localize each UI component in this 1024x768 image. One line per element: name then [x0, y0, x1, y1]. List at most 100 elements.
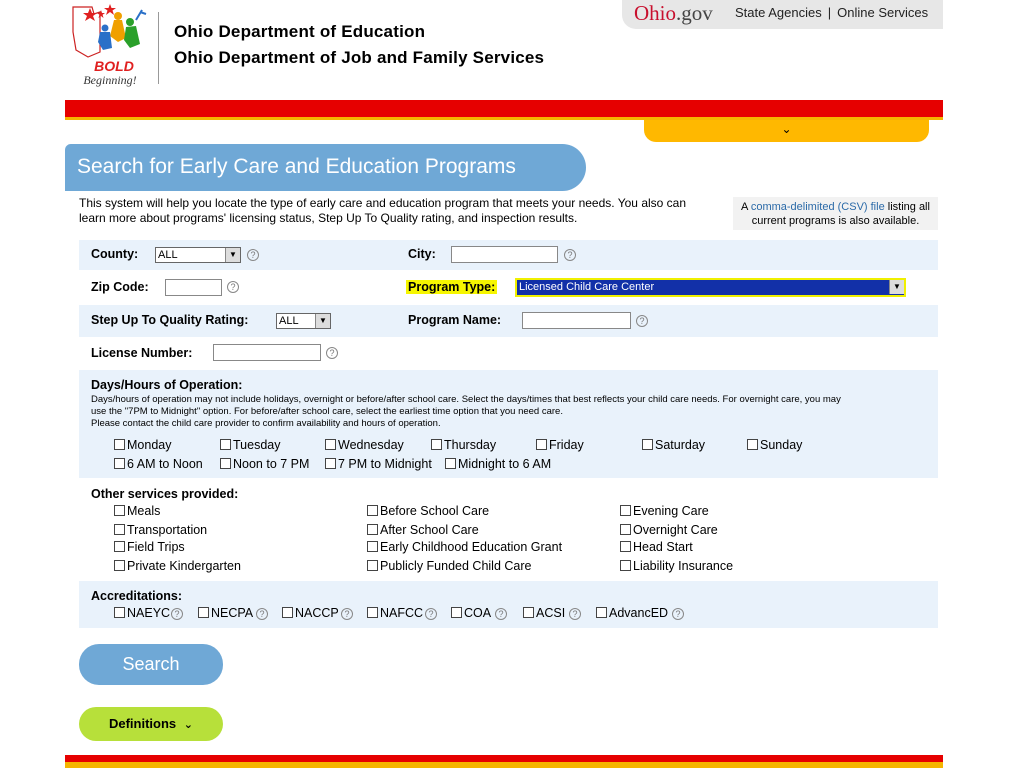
checkbox-after-school-care[interactable]: After School Care — [367, 523, 479, 537]
program-type-select-value: Licensed Child Care Center — [519, 281, 655, 293]
zip-code-input[interactable] — [165, 279, 222, 296]
checkbox-box[interactable] — [114, 541, 125, 552]
checkbox-label: Sunday — [760, 438, 803, 452]
checkbox-evening-care[interactable]: Evening Care — [620, 504, 709, 518]
checkbox-saturday[interactable]: Saturday — [642, 438, 705, 452]
necpa-help-icon[interactable]: ? — [256, 608, 268, 620]
checkbox-7pm-midnight[interactable]: 7 PM to Midnight — [325, 457, 432, 471]
checkbox-thursday[interactable]: Thursday — [431, 438, 496, 452]
acsi-help-icon[interactable]: ? — [569, 608, 581, 620]
checkbox-midnight-6am[interactable]: Midnight to 6 AM — [445, 457, 551, 471]
city-help-icon[interactable]: ? — [564, 249, 576, 261]
checkbox-head-start[interactable]: Head Start — [620, 540, 693, 554]
checkbox-box[interactable] — [367, 560, 378, 571]
checkbox-box[interactable] — [367, 524, 378, 535]
state-agencies-link[interactable]: State Agencies — [735, 5, 822, 20]
license-number-label: License Number: — [91, 346, 193, 360]
checkbox-box[interactable] — [282, 607, 293, 618]
program-name-input[interactable] — [522, 312, 631, 329]
checkbox-box[interactable] — [114, 458, 125, 469]
checkbox-nafcc[interactable]: NAFCC — [367, 606, 423, 620]
bold-beginning-logo[interactable]: BOLD Beginning! — [70, 2, 152, 90]
nafcc-help-icon[interactable]: ? — [425, 608, 437, 620]
checkbox-label: Publicly Funded Child Care — [380, 559, 532, 573]
naccp-help-icon[interactable]: ? — [341, 608, 353, 620]
checkbox-tuesday[interactable]: Tuesday — [220, 438, 280, 452]
checkbox-publicly-funded[interactable]: Publicly Funded Child Care — [367, 559, 531, 573]
checkbox-box[interactable] — [114, 524, 125, 535]
checkbox-naeyc[interactable]: NAEYC — [114, 606, 170, 620]
search-button[interactable]: Search — [79, 644, 223, 685]
checkbox-coa[interactable]: COA — [451, 606, 491, 620]
chevron-down-icon: ⌄ — [781, 122, 792, 136]
checkbox-label: NAEYC — [127, 606, 171, 620]
checkbox-field-trips[interactable]: Field Trips — [114, 540, 185, 554]
checkbox-overnight-care[interactable]: Overnight Care — [620, 523, 718, 537]
checkbox-box[interactable] — [445, 458, 456, 469]
checkbox-wednesday[interactable]: Wednesday — [325, 438, 404, 452]
days-hours-note-3: Please contact the child care provider t… — [91, 418, 441, 429]
checkbox-box[interactable] — [620, 505, 631, 516]
naeyc-help-icon[interactable]: ? — [171, 608, 183, 620]
checkbox-monday[interactable]: Monday — [114, 438, 171, 452]
checkbox-box[interactable] — [620, 524, 631, 535]
checkbox-box[interactable] — [747, 439, 758, 450]
menu-toggle-button[interactable]: ⌄ — [644, 120, 929, 142]
checkbox-box[interactable] — [536, 439, 547, 450]
checkbox-box[interactable] — [596, 607, 607, 618]
checkbox-necpa[interactable]: NECPA — [198, 606, 253, 620]
checkbox-friday[interactable]: Friday — [536, 438, 584, 452]
sutq-rating-select[interactable]: ALL ▼ — [276, 313, 331, 329]
city-input[interactable] — [451, 246, 558, 263]
csv-file-link[interactable]: comma-delimited (CSV) file — [751, 201, 885, 213]
checkbox-box[interactable] — [367, 541, 378, 552]
ohio-gov-logo[interactable]: Ohio.gov — [634, 1, 713, 26]
definitions-label: Definitions — [108, 716, 177, 731]
checkbox-6am-noon[interactable]: 6 AM to Noon — [114, 457, 203, 471]
checkbox-box[interactable] — [198, 607, 209, 618]
checkbox-box[interactable] — [367, 505, 378, 516]
county-select[interactable]: ALL ▼ — [155, 247, 241, 263]
checkbox-naccp[interactable]: NACCP — [282, 606, 339, 620]
checkbox-box[interactable] — [220, 439, 231, 450]
coa-help-icon[interactable]: ? — [495, 608, 507, 620]
checkbox-box[interactable] — [114, 607, 125, 618]
checkbox-box[interactable] — [325, 439, 336, 450]
checkbox-box[interactable] — [220, 458, 231, 469]
checkbox-transportation[interactable]: Transportation — [114, 523, 207, 537]
online-services-link[interactable]: Online Services — [837, 5, 928, 20]
checkbox-private-kindergarten[interactable]: Private Kindergarten — [114, 559, 241, 573]
checkbox-label: AdvancED — [609, 606, 669, 620]
license-number-input[interactable] — [213, 344, 321, 361]
checkbox-before-school-care[interactable]: Before School Care — [367, 504, 489, 518]
checkbox-box[interactable] — [114, 505, 125, 516]
zip-help-icon[interactable]: ? — [227, 281, 239, 293]
footer-red-bar — [65, 755, 943, 762]
checkbox-box[interactable] — [431, 439, 442, 450]
county-help-icon[interactable]: ? — [247, 249, 259, 261]
checkbox-box[interactable] — [325, 458, 336, 469]
checkbox-ece-grant[interactable]: Early Childhood Education Grant — [367, 540, 562, 554]
checkbox-box[interactable] — [451, 607, 462, 618]
checkbox-advanced[interactable]: AdvancED — [596, 606, 668, 620]
definitions-button[interactable]: Definitions ⌄ — [79, 707, 223, 741]
checkbox-liability-insurance[interactable]: Liability Insurance — [620, 559, 733, 573]
program-type-select[interactable]: Licensed Child Care Center ▼ — [515, 278, 906, 297]
logo-text-beginning: Beginning! — [83, 73, 136, 87]
checkbox-box[interactable] — [114, 560, 125, 571]
checkbox-box[interactable] — [367, 607, 378, 618]
advanced-help-icon[interactable]: ? — [672, 608, 684, 620]
checkbox-box[interactable] — [114, 439, 125, 450]
checkbox-box[interactable] — [523, 607, 534, 618]
program-name-help-icon[interactable]: ? — [636, 315, 648, 327]
checkbox-box[interactable] — [620, 541, 631, 552]
license-help-icon[interactable]: ? — [326, 347, 338, 359]
checkbox-meals[interactable]: Meals — [114, 504, 160, 518]
checkbox-noon-7pm[interactable]: Noon to 7 PM — [220, 457, 309, 471]
form-row-license: License Number: ? — [79, 338, 938, 368]
checkbox-box[interactable] — [642, 439, 653, 450]
checkbox-acsi[interactable]: ACSI — [523, 606, 565, 620]
checkbox-sunday[interactable]: Sunday — [747, 438, 802, 452]
checkbox-box[interactable] — [620, 560, 631, 571]
checkbox-label: Monday — [127, 438, 172, 452]
